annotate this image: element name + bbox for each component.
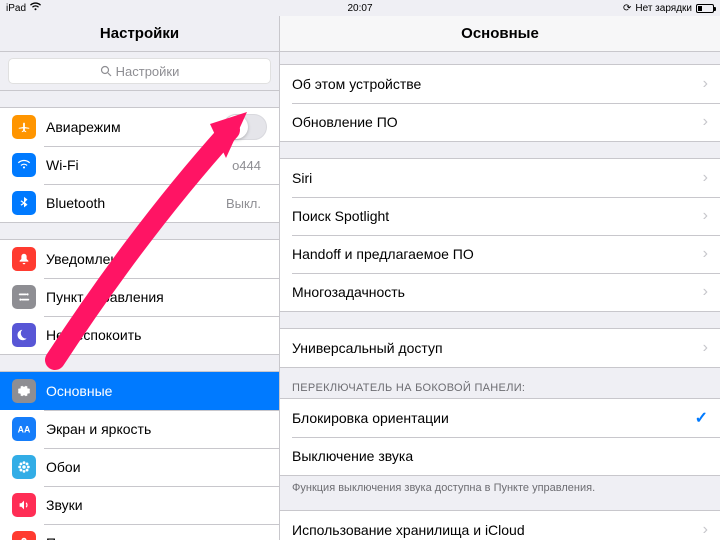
chevron-right-icon: ›: [703, 207, 708, 225]
clock: 20:07: [347, 3, 372, 14]
bell-icon: [12, 247, 36, 271]
device-label: iPad: [6, 3, 26, 14]
detail-row[interactable]: Обновление ПО›: [280, 103, 720, 141]
sidebar-title: Настройки: [0, 16, 279, 52]
detail-row-label: Handoff и предлагаемое ПО: [292, 246, 703, 262]
detail-row[interactable]: Выключение звука: [280, 437, 720, 475]
sidebar-item-gear[interactable]: Основные: [0, 372, 279, 410]
sidebar-item-label: Уведомления: [46, 251, 267, 267]
detail-row[interactable]: Многозадачность›: [280, 273, 720, 311]
chevron-right-icon: ›: [703, 283, 708, 301]
detail-row-label: Выключение звука: [292, 448, 708, 464]
sidebar-item-bell[interactable]: Уведомления: [0, 240, 279, 278]
sidebar-item-label: Основные: [46, 383, 267, 399]
detail-row-label: Использование хранилища и iCloud: [292, 522, 703, 538]
charging-label: Нет зарядки: [635, 3, 692, 14]
sidebar-item-label: Bluetooth: [46, 195, 226, 211]
sidebar-item-label: Обои: [46, 459, 267, 475]
detail-row-label: Siri: [292, 170, 703, 186]
detail-row[interactable]: Handoff и предлагаемое ПО›: [280, 235, 720, 273]
sidebar-item-bluetooth[interactable]: BluetoothВыкл.: [0, 184, 279, 222]
sidebar-item-label: Wi-Fi: [46, 157, 232, 173]
sound-icon: [12, 493, 36, 517]
bluetooth-icon: [12, 191, 36, 215]
detail-row-label: Об этом устройстве: [292, 76, 703, 92]
battery-icon: [696, 4, 714, 13]
airplane-icon: [12, 115, 36, 139]
sidebar-item-value: Выкл.: [226, 196, 261, 211]
chevron-right-icon: ›: [703, 245, 708, 263]
sidebar-item-label: Не беспокоить: [46, 327, 267, 343]
section-header: ПЕРЕКЛЮЧАТЕЛЬ НА БОКОВОЙ ПАНЕЛИ:: [280, 368, 720, 398]
detail-row[interactable]: Siri›: [280, 159, 720, 197]
detail-row[interactable]: Блокировка ориентации✓: [280, 399, 720, 437]
detail-title: Основные: [280, 16, 720, 52]
sidebar-item-label: Экран и яркость: [46, 421, 267, 437]
sidebar-item-flower[interactable]: Обои: [0, 448, 279, 486]
switches-icon: [12, 285, 36, 309]
detail-row[interactable]: Поиск Spotlight›: [280, 197, 720, 235]
search-icon: [100, 65, 112, 77]
chevron-right-icon: ›: [703, 75, 708, 93]
sidebar-item-label: Пункт управления: [46, 289, 267, 305]
aa-icon: AA: [12, 417, 36, 441]
sidebar-item-sound[interactable]: Звуки: [0, 486, 279, 524]
chevron-right-icon: ›: [703, 339, 708, 357]
sync-icon: ⟳: [623, 3, 631, 14]
sidebar-item-value: o444: [232, 158, 261, 173]
chevron-right-icon: ›: [703, 113, 708, 131]
status-bar: iPad 20:07 ⟳ Нет зарядки: [0, 0, 720, 16]
chevron-right-icon: ›: [703, 521, 708, 539]
toggle-switch[interactable]: [223, 114, 267, 140]
flower-icon: [12, 455, 36, 479]
sidebar-item-wifi[interactable]: Wi-Fio444: [0, 146, 279, 184]
checkmark-icon: ✓: [695, 408, 708, 428]
lock-icon: [12, 531, 36, 540]
detail-row[interactable]: Универсальный доступ›: [280, 329, 720, 367]
settings-sidebar: Настройки Настройки АвиарежимWi-Fio444Bl…: [0, 16, 280, 540]
search-placeholder: Настройки: [116, 64, 180, 79]
detail-row-label: Универсальный доступ: [292, 340, 703, 356]
svg-text:AA: AA: [18, 425, 31, 435]
detail-row[interactable]: Об этом устройстве›: [280, 65, 720, 103]
search-input[interactable]: Настройки: [8, 58, 271, 84]
detail-pane: Основные Об этом устройстве›Обновление П…: [280, 16, 720, 540]
chevron-right-icon: ›: [703, 169, 708, 187]
sidebar-item-label: Пароль: [46, 535, 267, 540]
detail-row-label: Поиск Spotlight: [292, 208, 703, 224]
section-footer: Функция выключения звука доступна в Пунк…: [280, 476, 720, 494]
sidebar-item-label: Авиарежим: [46, 119, 223, 135]
detail-row-label: Блокировка ориентации: [292, 410, 695, 426]
sidebar-item-airplane[interactable]: Авиарежим: [0, 108, 279, 146]
detail-row-label: Многозадачность: [292, 284, 703, 300]
detail-row[interactable]: Использование хранилища и iCloud›: [280, 511, 720, 540]
wifi-icon: [30, 2, 41, 14]
sidebar-item-lock[interactable]: Пароль: [0, 524, 279, 540]
moon-icon: [12, 323, 36, 347]
sidebar-item-moon[interactable]: Не беспокоить: [0, 316, 279, 354]
detail-row-label: Обновление ПО: [292, 114, 703, 130]
sidebar-item-label: Звуки: [46, 497, 267, 513]
sidebar-item-aa[interactable]: AA Экран и яркость: [0, 410, 279, 448]
sidebar-item-switches[interactable]: Пункт управления: [0, 278, 279, 316]
wifi-icon: [12, 153, 36, 177]
gear-icon: [12, 379, 36, 403]
